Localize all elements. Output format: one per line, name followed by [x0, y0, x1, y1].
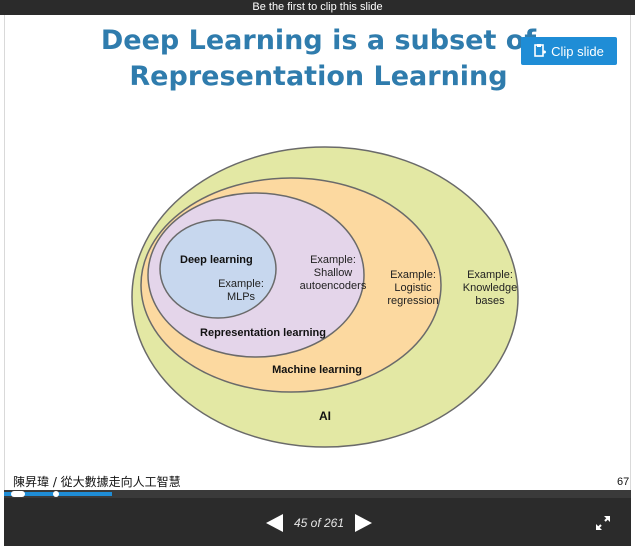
deep-learning-example-line: Example:: [218, 278, 264, 290]
clip-prompt-bar: Be the first to clip this slide: [0, 0, 635, 15]
previous-slide-arrow-icon[interactable]: [264, 513, 284, 533]
representation-learning-example-line: Shallow: [314, 267, 353, 279]
deep-learning-example-line: MLPs: [227, 291, 256, 303]
slide-counter: 45 of 261: [293, 516, 345, 530]
slide-canvas: Deep Learning is a subset of Representat…: [4, 15, 631, 490]
progress-handle[interactable]: [53, 491, 59, 497]
representation-learning-example-line: Example:: [310, 254, 356, 266]
machine-learning-label: Machine learning: [272, 364, 362, 376]
ai-label: AI: [319, 409, 331, 423]
player-controls: 45 of 261: [4, 498, 631, 546]
slide-footer-author: 陳昇瑋 / 從大數據走向人工智慧: [13, 475, 181, 489]
clip-prompt-text: Be the first to clip this slide: [252, 1, 383, 13]
machine-learning-example-line: Logistic: [394, 282, 432, 294]
progress-start-marker: [11, 491, 25, 497]
ai-example-line: Example:: [467, 269, 513, 281]
slide-page-number: 67: [617, 476, 630, 488]
fullscreen-icon[interactable]: [595, 515, 611, 531]
deep-learning-label: Deep learning: [180, 254, 253, 266]
representation-learning-diagram: Deep learning Example: MLPs Example: Shall…: [131, 146, 519, 448]
machine-learning-example: Example: Logistic regression: [387, 269, 438, 307]
slide-progress-bar[interactable]: [4, 490, 631, 498]
ai-example-line: Knowledge: [463, 282, 517, 294]
machine-learning-example-line: Example:: [390, 269, 436, 281]
representation-learning-label: Representation learning: [200, 327, 326, 339]
machine-learning-example-line: regression: [387, 295, 438, 307]
deep-learning-ellipse: [159, 219, 277, 319]
ai-example-line: bases: [475, 295, 505, 307]
next-slide-arrow-icon[interactable]: [354, 513, 374, 533]
representation-learning-example-line: autoencoders: [300, 280, 367, 292]
